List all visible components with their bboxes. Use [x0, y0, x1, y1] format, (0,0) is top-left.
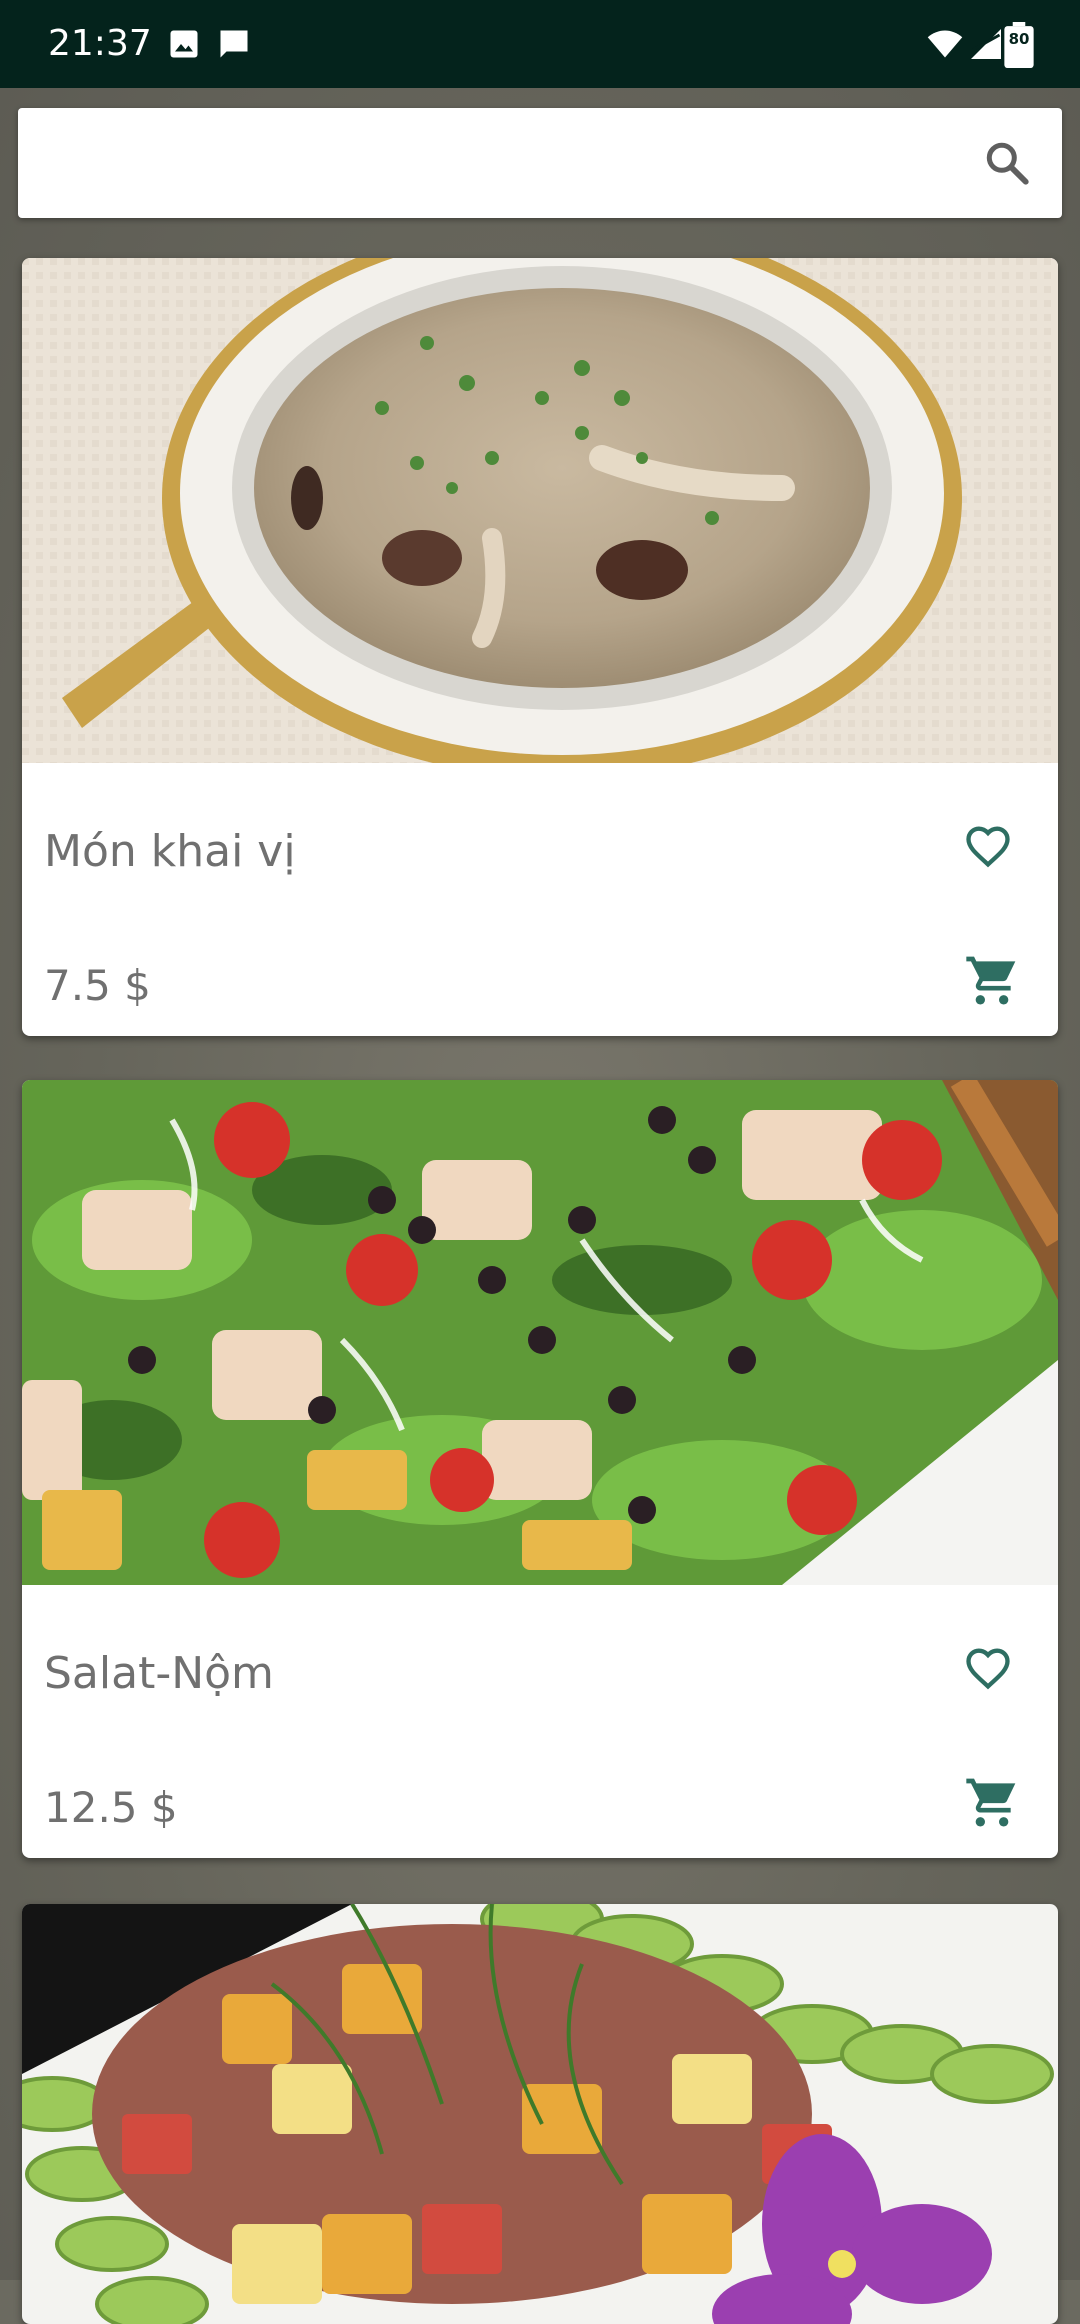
search-icon[interactable]: [982, 138, 1032, 188]
wifi-icon: [924, 26, 966, 62]
battery-icon: 80: [1004, 22, 1034, 68]
salad-photo: [22, 1080, 1058, 1585]
status-time: 21:37: [48, 23, 152, 64]
food-card[interactable]: Món khai vị 7.5 $: [22, 258, 1058, 1036]
cart-icon[interactable]: [964, 1774, 1020, 1830]
food-card[interactable]: [22, 1904, 1058, 2324]
message-icon: [216, 26, 252, 62]
item-price: 7.5 $: [44, 961, 151, 1010]
item-price: 12.5 $: [44, 1783, 178, 1832]
fruit-salad-photo: [22, 1904, 1058, 2324]
item-name: Salat-Nộm: [44, 1648, 274, 1699]
battery-level: 80: [1008, 30, 1030, 48]
heart-outline-icon[interactable]: [962, 1642, 1014, 1694]
signal-icon: [966, 26, 1006, 62]
status-bar: 21:37 80: [0, 0, 1080, 88]
search-input[interactable]: [42, 128, 946, 200]
heart-outline-icon[interactable]: [962, 820, 1014, 872]
soup-photo: [22, 258, 1058, 763]
search-bar: [18, 108, 1062, 218]
item-name: Món khai vị: [44, 826, 296, 877]
food-card[interactable]: Salat-Nộm 12.5 $: [22, 1080, 1058, 1858]
image-icon: [166, 26, 202, 62]
cart-icon[interactable]: [964, 952, 1020, 1008]
